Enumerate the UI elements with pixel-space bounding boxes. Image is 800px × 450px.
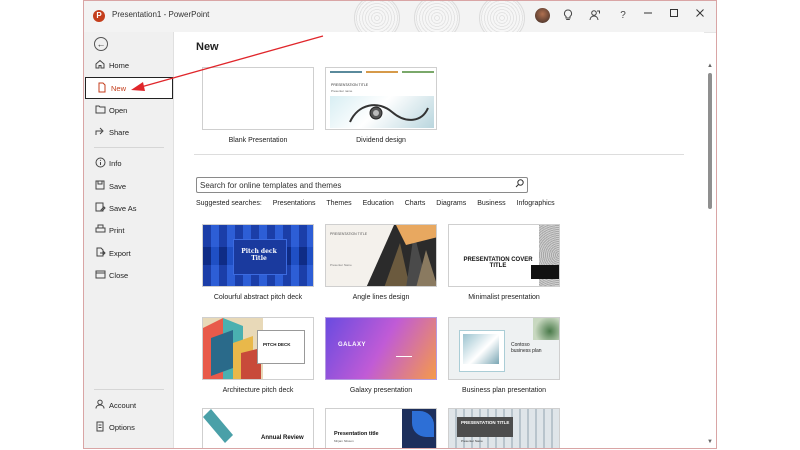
annotation-arrow <box>131 35 324 91</box>
